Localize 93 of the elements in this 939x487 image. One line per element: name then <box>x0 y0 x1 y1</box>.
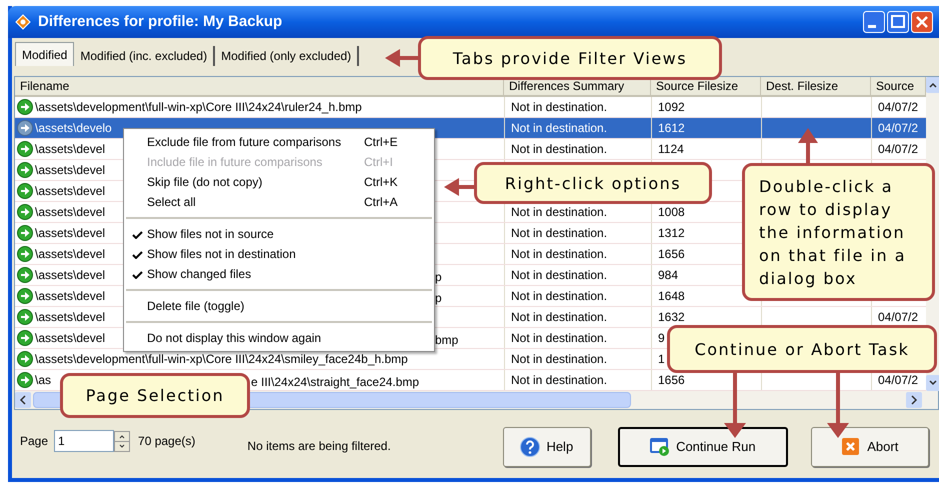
callout-tooltip: Page Selection <box>60 373 250 418</box>
menu-item[interactable]: Skip file (do not copy) Ctrl+K <box>124 172 434 192</box>
table-cell: Not in destination. <box>511 100 608 114</box>
table-cell-text: bmp <box>435 332 458 349</box>
table-cell: 04/07/2 <box>878 310 918 324</box>
callout-arrow <box>724 373 746 438</box>
help-icon <box>520 437 540 457</box>
checkmark-icon <box>132 251 143 259</box>
close-icon[interactable] <box>911 11 933 33</box>
menu-item[interactable]: Show files not in destination <box>124 244 434 264</box>
table-cell: 04/07/2 <box>878 373 918 387</box>
table-cell: 1008 <box>658 205 685 219</box>
page-count: 70 page(s) <box>138 433 196 450</box>
table-cell: 984 <box>658 268 678 282</box>
table-cell-text: \assets\devel <box>35 162 106 179</box>
table-cell: 04/07/2 <box>878 142 918 156</box>
callout-arrow <box>798 128 818 163</box>
menu-item[interactable]: Show files not in source <box>124 224 434 244</box>
table-cell-text: \assets\devel <box>35 330 106 347</box>
table-cell-text: e III\24x24\straight_face24.bmp <box>251 374 420 391</box>
table-cell-text: \as <box>35 372 52 389</box>
table-cell-text: p <box>435 290 442 307</box>
table-cell-text: \assets\devel <box>35 183 106 200</box>
table-cell-text: \assets\devel <box>35 225 106 242</box>
table-cell: 1124 <box>658 142 684 156</box>
filter-status: No items are being filtered. <box>247 438 391 455</box>
table-cell-text: p <box>435 269 442 286</box>
callout-arrow <box>385 49 418 67</box>
table-cell-text: \assets\devel <box>35 288 106 305</box>
table-cell-text: \assets\development\full-win-xp\Core III\24x24\smiley_face24b_h.bmp <box>35 351 408 368</box>
table-cell: Not in destination. <box>511 352 608 366</box>
callout-arrow <box>444 178 474 196</box>
menu-item[interactable]: Do not display this window again <box>124 328 434 348</box>
tab[interactable]: Modified (inc. excluded) <box>74 46 216 66</box>
checkmark-icon <box>132 271 143 279</box>
table-cell: Not in destination. <box>511 226 608 240</box>
table-cell: Not in destination. <box>511 289 608 303</box>
table-cell-text: \assets\devel <box>35 309 106 326</box>
table-cell-text: \assets\development\full-win-xp\Core III\24x24\ruler24_h.bmp <box>35 99 362 116</box>
scroll-right-icon[interactable] <box>906 392 922 408</box>
table-cell: 1656 <box>658 247 685 261</box>
window-title: Differences for profile: My Backup <box>38 12 284 32</box>
table-cell: 04/07/2 <box>878 100 918 114</box>
abort-button[interactable]: Abort <box>810 427 929 467</box>
table-cell-text: \assets\devel <box>35 267 106 284</box>
scroll-up-icon[interactable] <box>926 77 939 93</box>
tab[interactable]: Modified <box>15 42 74 66</box>
table-cell: Not in destination. <box>511 247 608 261</box>
menu-item[interactable]: Select all Ctrl+A <box>124 192 434 212</box>
tab[interactable]: Modified (only excluded) <box>215 46 360 66</box>
column-header[interactable]: Source Filesize <box>651 77 761 97</box>
window-play-icon <box>650 437 670 457</box>
continue-button[interactable]: Continue Run <box>618 427 788 467</box>
callout-arrow <box>827 373 849 438</box>
callout-tooltip: Tabs provide Filter Views <box>418 36 722 80</box>
column-header[interactable]: Dest. Filesize <box>761 77 871 97</box>
table-cell: 1 <box>658 352 665 366</box>
table-cell-text: \assets\devel <box>35 246 106 263</box>
column-header[interactable]: Source <box>871 77 926 97</box>
table-cell: 1632 <box>658 310 685 324</box>
callout-tooltip: Continue or Abort Task <box>667 325 937 373</box>
maximize-icon[interactable] <box>887 11 909 33</box>
table-cell-text: \assets\develo <box>35 120 112 137</box>
table-cell: 1648 <box>658 289 685 303</box>
callout-tooltip: Right-click options <box>474 162 712 204</box>
spinner-arrows-icon[interactable] <box>114 430 130 452</box>
table-cell: 04/07/2 <box>878 121 918 135</box>
page-label: Page <box>20 433 48 450</box>
table-cell: Not in destination. <box>511 142 608 156</box>
minimize-icon[interactable] <box>863 11 885 33</box>
table-cell: 1612 <box>658 121 685 135</box>
column-header[interactable]: Filename <box>15 77 504 97</box>
app-icon <box>14 14 32 30</box>
table-cell: 1092 <box>658 100 685 114</box>
help-button[interactable]: Help <box>502 427 591 467</box>
table-cell-text: \assets\devel <box>35 204 106 221</box>
table-cell-text: \assets\devel <box>35 141 106 158</box>
table-cell: Not in destination. <box>511 373 608 387</box>
table-cell: Not in destination. <box>511 310 608 324</box>
table-cell: 9 <box>658 331 665 345</box>
callout-tooltip: Double-click a row to display the information on that file in a dialog box <box>742 163 935 301</box>
table-cell: Not in destination. <box>511 331 608 345</box>
page-field[interactable]: 1 <box>54 430 114 452</box>
close-icon <box>841 437 862 457</box>
table-cell: Not in destination. <box>511 205 608 219</box>
table-cell: 1312 <box>658 226 685 240</box>
menu-item[interactable]: Show changed files <box>124 264 434 284</box>
table-cell: Not in destination. <box>511 268 608 282</box>
scroll-down-icon[interactable] <box>926 375 939 391</box>
table-cell: 1656 <box>658 373 685 387</box>
scroll-left-icon[interactable] <box>15 392 31 408</box>
checkmark-icon <box>132 231 143 239</box>
table-cell: Not in destination. <box>511 121 608 135</box>
